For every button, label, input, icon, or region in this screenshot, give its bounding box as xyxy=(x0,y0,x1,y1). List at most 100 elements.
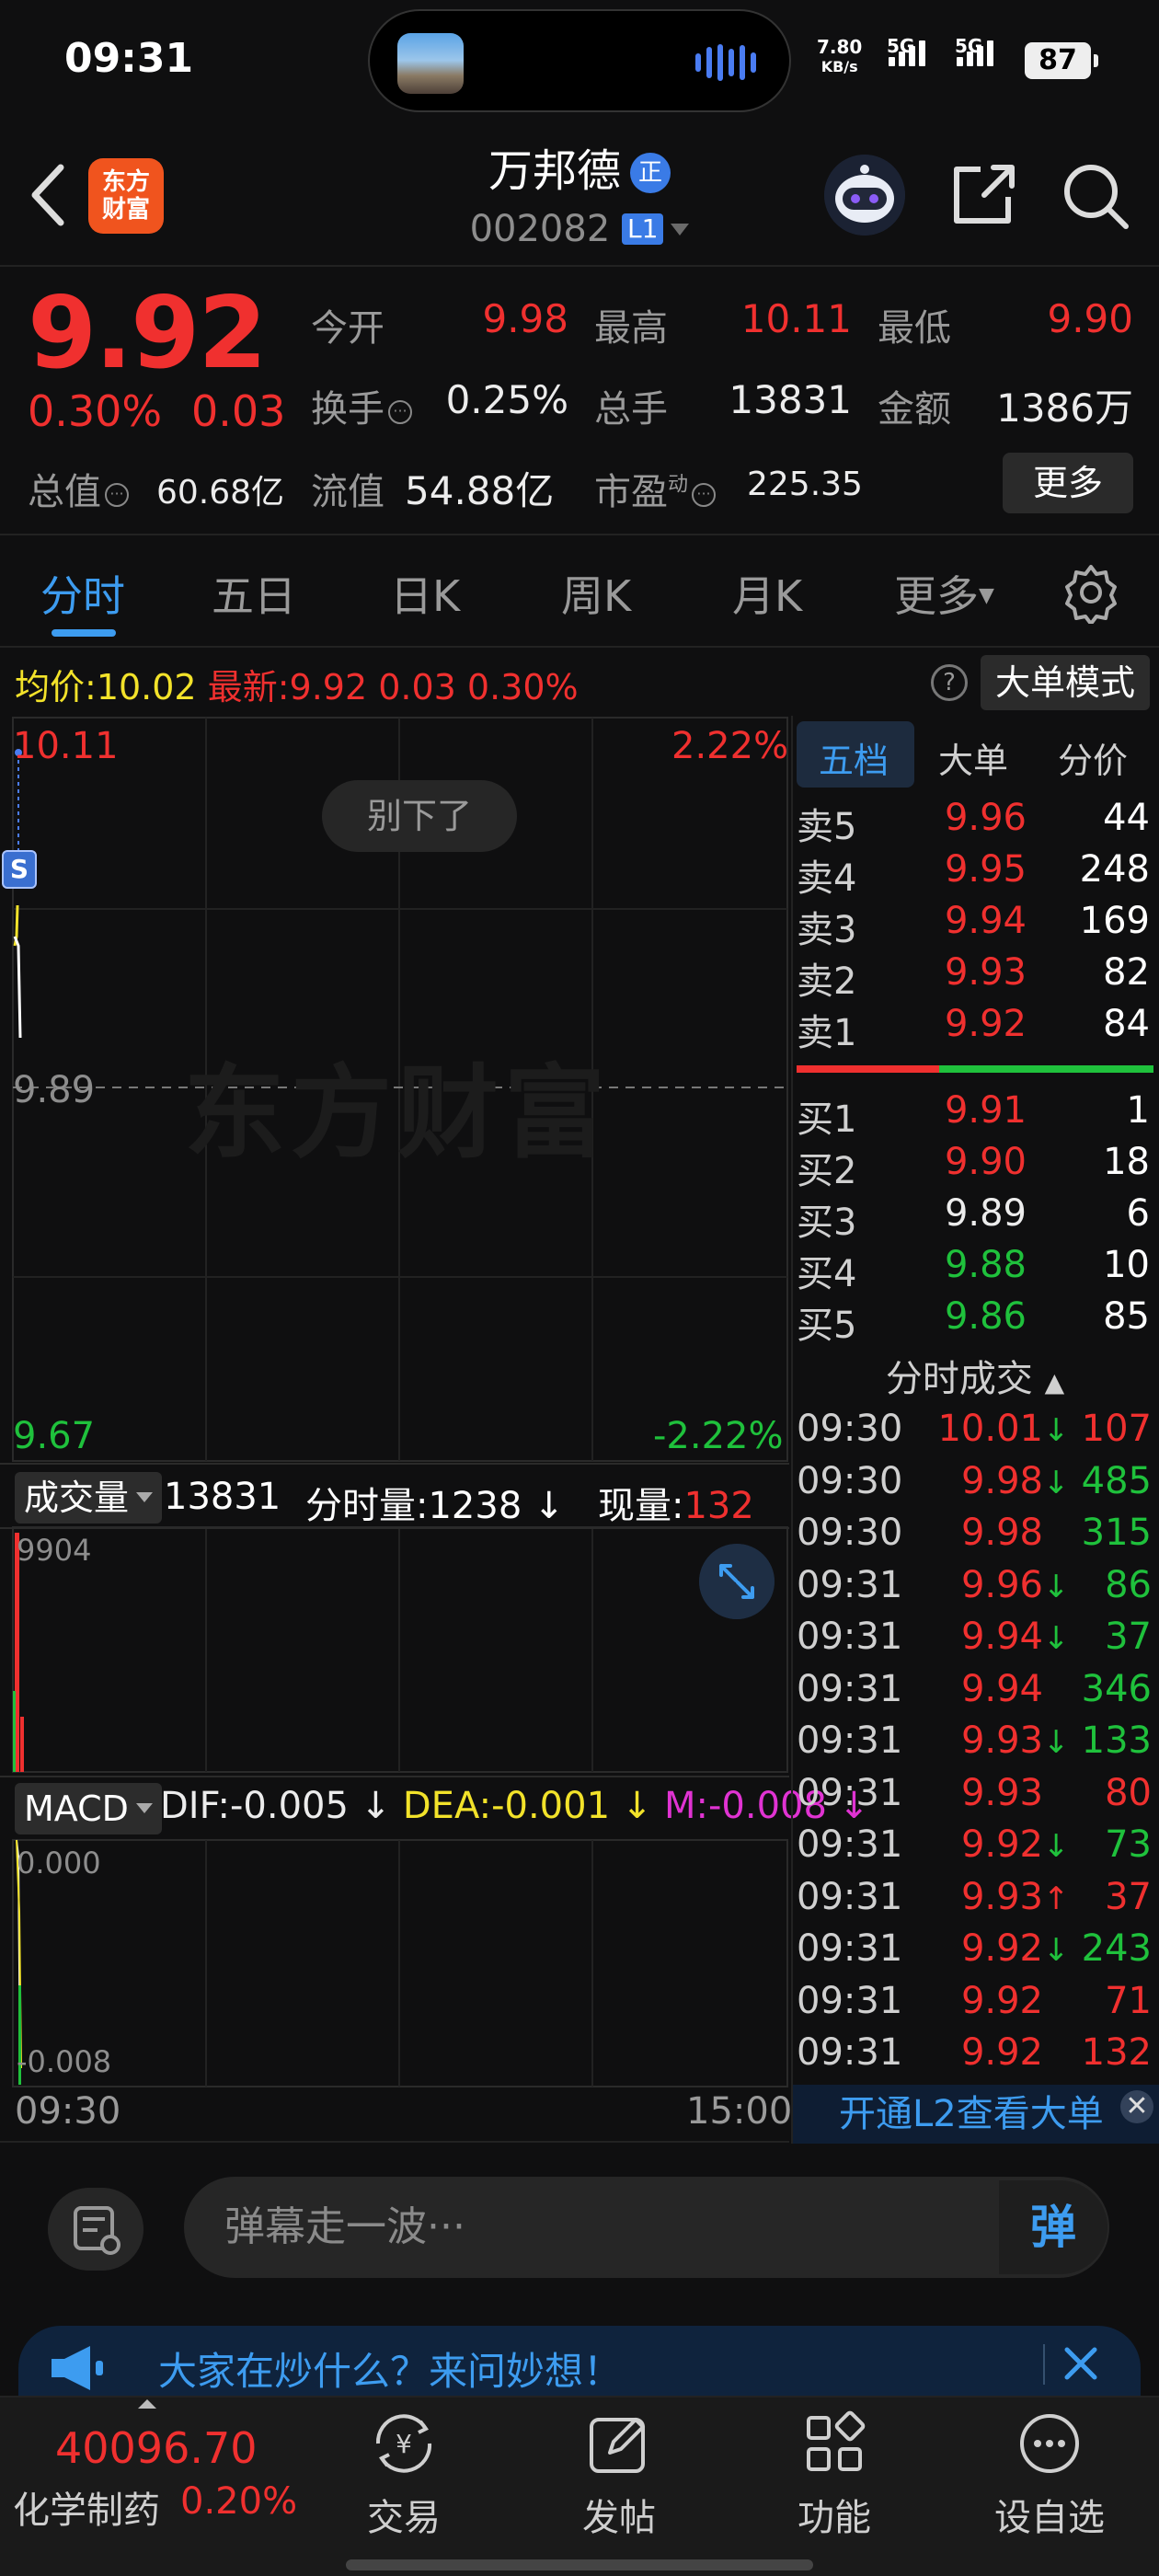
tab-intraday[interactable]: 分时 xyxy=(40,563,125,624)
level-volume: 82 xyxy=(1103,951,1150,994)
sector-index-value[interactable]: 40096.70 xyxy=(55,2423,258,2473)
nav-post[interactable]: 发帖 xyxy=(550,2401,688,2548)
l2-upgrade-banner[interactable]: 开通L2查看大单 ✕ xyxy=(793,2085,1159,2144)
trade-price-value: 9.92 xyxy=(960,1979,1043,2022)
info-icon: ··· xyxy=(105,483,129,507)
level-name: 卖5 xyxy=(797,806,857,848)
float-label: 流值 xyxy=(311,471,384,513)
danmu-settings-icon[interactable] xyxy=(48,2188,143,2271)
bid-level-row[interactable]: 买1 9.91 1 xyxy=(797,1089,1155,1141)
danmu-send-button[interactable]: 弹 xyxy=(999,2180,1107,2274)
trade-row: 09:31 9.94↓ 37 xyxy=(797,1616,1155,1667)
signal-icon-2: 5G xyxy=(955,35,993,66)
trade-volume: 86 xyxy=(1105,1563,1152,1606)
y-axis-top: 10.11 xyxy=(13,725,119,767)
y-axis-mid: 9.89 xyxy=(13,1069,96,1111)
robot-assistant-icon[interactable] xyxy=(824,155,905,236)
zheng-badge-icon: 正 xyxy=(630,153,671,193)
trade-time: 09:30 xyxy=(797,1459,903,1502)
nav-add-watchlist[interactable]: 设自选 xyxy=(981,2401,1119,2548)
trade-time: 09:31 xyxy=(797,1771,903,1814)
trade-row: 09:31 9.93↑ 37 xyxy=(797,1876,1155,1927)
bid-level-row[interactable]: 买5 9.86 85 xyxy=(797,1295,1155,1347)
bid-level-row[interactable]: 买2 9.90 18 xyxy=(797,1141,1155,1192)
danmu-input[interactable]: 弹幕走一波··· xyxy=(184,2177,1109,2278)
sell-marker-icon[interactable]: S xyxy=(2,850,37,889)
trade-time: 09:31 xyxy=(797,1667,903,1710)
level-price: 9.92 xyxy=(944,1003,1027,1045)
trade-volume: 71 xyxy=(1105,1979,1152,2022)
ask-level-row[interactable]: 卖5 9.96 44 xyxy=(797,797,1155,848)
pe-label[interactable]: 市盈动 ··· xyxy=(594,462,717,515)
help-icon[interactable]: ? xyxy=(931,664,968,701)
watermark: 东方财富 xyxy=(184,1054,611,1172)
bid-level-row[interactable]: 买4 9.88 10 xyxy=(797,1244,1155,1295)
home-indicator[interactable] xyxy=(346,2559,813,2570)
trade-volume: 133 xyxy=(1081,1719,1152,1762)
tab-five-day[interactable]: 五日 xyxy=(212,563,296,624)
trade-time: 09:31 xyxy=(797,1927,903,1970)
trade-row: 09:31 9.93↓ 133 xyxy=(797,1719,1155,1771)
macd-indicator-select[interactable]: MACD xyxy=(15,1783,162,1834)
tab-five-level[interactable]: 五档 xyxy=(819,732,889,783)
mktcap-label[interactable]: 总值 ··· xyxy=(28,462,129,515)
trade-price-value: 9.93 xyxy=(960,1719,1043,1762)
open-value: 9.98 xyxy=(482,296,568,341)
big-order-mode-button[interactable]: 大单模式 xyxy=(981,655,1150,710)
arrow-down-icon: ↓ xyxy=(1043,1724,1070,1761)
level-price: 9.93 xyxy=(944,951,1027,994)
megaphone-icon xyxy=(52,2346,103,2390)
tab-monthly-k[interactable]: 月K xyxy=(732,563,802,624)
caret-up-icon xyxy=(138,2399,156,2409)
level-name: 买3 xyxy=(797,1202,857,1244)
arrow-down-icon: ↓ xyxy=(1043,1412,1070,1449)
bid-level-row[interactable]: 买3 9.89 6 xyxy=(797,1192,1155,1244)
close-icon[interactable] xyxy=(1058,2340,1104,2386)
macd-axis-bottom: -0.008 xyxy=(17,2044,112,2079)
level-price: 9.95 xyxy=(944,848,1027,891)
trade-time: 09:31 xyxy=(797,1616,903,1658)
share-icon[interactable] xyxy=(947,160,1021,230)
trade-price-value: 9.92 xyxy=(960,2031,1043,2074)
trade-price: 9.93 xyxy=(935,1772,1063,1814)
sector-index-name[interactable]: 化学制药 xyxy=(13,2480,160,2534)
trade-volume: 37 xyxy=(1105,1875,1152,1918)
expand-icon[interactable] xyxy=(699,1544,775,1619)
high-value: 10.11 xyxy=(740,296,852,341)
turnover-label[interactable]: 换手 ··· xyxy=(311,379,412,432)
level-price: 9.88 xyxy=(944,1244,1027,1286)
nav-trade[interactable]: ¥ 交易 xyxy=(335,2401,473,2548)
banner-text[interactable]: 大家在炒什么？来问妙想！ xyxy=(158,2340,622,2397)
volume-axis-max: 9904 xyxy=(17,1533,92,1568)
trade-icon: ¥ xyxy=(375,2414,432,2473)
tab-weekly-k[interactable]: 周K xyxy=(561,563,631,624)
tab-daily-k[interactable]: 日K xyxy=(390,563,460,624)
trade-row: 09:30 10.01↓ 107 xyxy=(797,1408,1155,1459)
ask-level-row[interactable]: 卖3 9.94 169 xyxy=(797,900,1155,951)
trade-price: 9.92↓ xyxy=(935,1823,1070,1866)
trades-title[interactable]: 分时成交 ▲ xyxy=(791,1349,1159,1402)
ask-level-row[interactable]: 卖4 9.95 248 xyxy=(797,848,1155,900)
search-icon[interactable] xyxy=(1060,160,1133,230)
ask-level-row[interactable]: 卖1 9.92 84 xyxy=(797,1003,1155,1054)
more-button[interactable]: 更多 xyxy=(1003,453,1133,513)
nav-functions[interactable]: 功能 xyxy=(765,2401,903,2548)
gear-icon[interactable] xyxy=(1060,561,1122,624)
volume-indicator-select[interactable]: 成交量 xyxy=(15,1472,163,1524)
close-icon[interactable]: ✕ xyxy=(1120,2090,1153,2123)
tab-price-distribution[interactable]: 分价 xyxy=(1058,732,1128,783)
audio-wave-icon xyxy=(695,44,756,81)
ask-level-row[interactable]: 卖2 9.93 82 xyxy=(797,951,1155,1003)
trade-price-value: 9.98 xyxy=(960,1512,1043,1554)
tab-big-orders[interactable]: 大单 xyxy=(938,732,1008,783)
trade-price: 9.93↑ xyxy=(935,1876,1070,1918)
tab-more[interactable]: 更多▼ xyxy=(894,563,994,624)
trade-price: 9.92 xyxy=(935,1980,1063,2022)
amount-value: 1386万 xyxy=(996,385,1133,431)
arrow-down-icon: ↓ xyxy=(1043,1620,1070,1657)
trade-price-value: 9.94 xyxy=(960,1616,1043,1658)
order-book-ratio-bar xyxy=(797,1065,1153,1073)
dynamic-island[interactable] xyxy=(368,9,791,112)
trade-time: 09:31 xyxy=(797,2031,903,2074)
current-price: 9.92 xyxy=(28,276,267,391)
